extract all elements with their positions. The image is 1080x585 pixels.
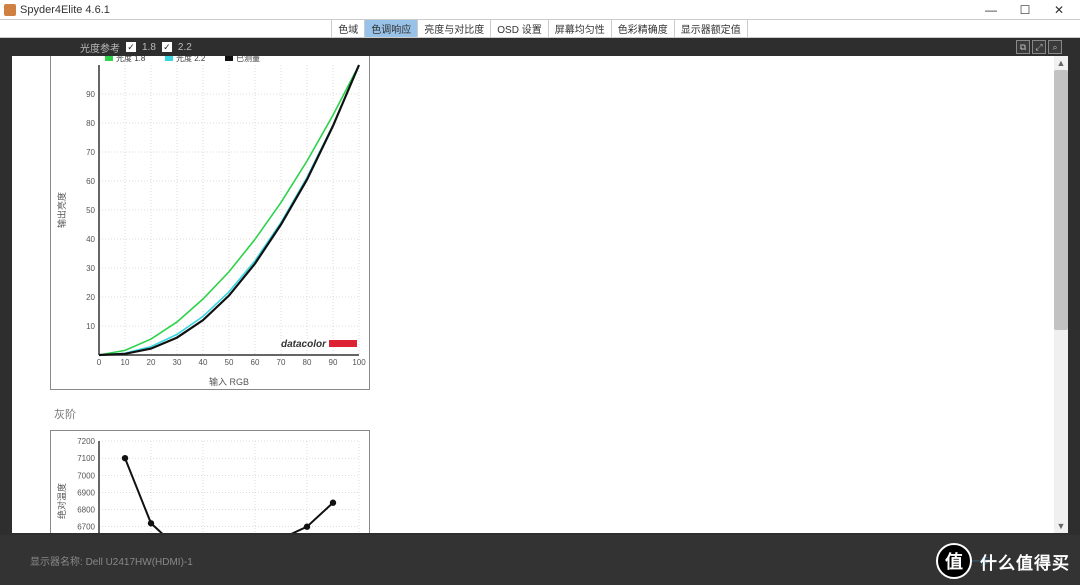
- reference-label: 光度参考: [80, 40, 120, 55]
- svg-text:40: 40: [86, 235, 95, 244]
- svg-text:输入 RGB: 输入 RGB: [209, 376, 249, 387]
- grayscale-chart: 0204060801006500660067006800690070007100…: [50, 430, 370, 533]
- svg-text:光度 2.2: 光度 2.2: [176, 56, 206, 63]
- svg-text:7200: 7200: [77, 437, 95, 446]
- scroll-down-icon[interactable]: ▼: [1054, 519, 1068, 533]
- svg-text:30: 30: [173, 358, 182, 367]
- grayscale-section-label: 灰阶: [54, 406, 76, 422]
- maximize-button[interactable]: ☐: [1008, 0, 1042, 20]
- svg-text:7100: 7100: [77, 454, 95, 463]
- svg-text:50: 50: [86, 206, 95, 215]
- title-bar: Spyder4Elite 4.6.1 — ☐ ✕: [0, 0, 1080, 20]
- svg-text:80: 80: [303, 358, 312, 367]
- svg-text:20: 20: [147, 358, 156, 367]
- watermark-badge-icon: 值: [936, 543, 972, 579]
- monitor-label: 显示器名称:: [30, 557, 83, 568]
- svg-text:30: 30: [86, 264, 95, 273]
- svg-text:输出亮度: 输出亮度: [56, 192, 67, 228]
- content-area: 0 10 20 30 40 50 60 70 80 90 100 10 20 30 40 50 60 70 80 90…: [12, 56, 1068, 533]
- svg-text:60: 60: [251, 358, 260, 367]
- svg-text:70: 70: [86, 148, 95, 157]
- tab-gamut[interactable]: 色域: [331, 20, 365, 37]
- svg-text:绝对温度: 绝对温度: [56, 483, 67, 519]
- scroll-up-icon[interactable]: ▲: [1054, 56, 1068, 70]
- svg-text:6700: 6700: [77, 523, 95, 532]
- svg-text:10: 10: [86, 322, 95, 331]
- checkbox-2-2[interactable]: ✓: [162, 42, 172, 52]
- toolbar-icon-2[interactable]: ⤢: [1032, 40, 1046, 54]
- svg-text:90: 90: [329, 358, 338, 367]
- window-controls: — ☐ ✕: [974, 0, 1076, 20]
- svg-text:已测量: 已测量: [236, 56, 260, 63]
- tab-monitor-rating[interactable]: 显示器额定值: [674, 20, 748, 37]
- option-2-2: 2.2: [178, 42, 192, 53]
- status-bar: 显示器名称: Dell U2417HW(HDMI)-1 下一步: [0, 535, 1080, 585]
- svg-text:60: 60: [86, 177, 95, 186]
- watermark: 值 什么值得买: [936, 543, 1070, 579]
- reference-bar: 光度参考 ✓ 1.8 ✓ 2.2 ⧉ ⤢ ⌕: [0, 38, 1080, 56]
- svg-text:100: 100: [352, 358, 366, 367]
- window-title: Spyder4Elite 4.6.1: [20, 4, 110, 16]
- svg-text:光度 1.8: 光度 1.8: [116, 56, 146, 63]
- scrollbar-thumb[interactable]: [1054, 70, 1068, 330]
- svg-text:7000: 7000: [77, 471, 95, 480]
- svg-text:80: 80: [86, 119, 95, 128]
- svg-text:50: 50: [225, 358, 234, 367]
- tab-brightness-contrast[interactable]: 亮度与对比度: [417, 20, 491, 37]
- checkbox-1-8[interactable]: ✓: [126, 42, 136, 52]
- toolbar-icon-1[interactable]: ⧉: [1016, 40, 1030, 54]
- app-icon: [4, 4, 16, 16]
- tone-response-chart: 0 10 20 30 40 50 60 70 80 90 100 10 20 30 40 50 60 70 80 90…: [50, 56, 370, 390]
- tab-osd-settings[interactable]: OSD 设置: [490, 20, 548, 37]
- svg-text:10: 10: [121, 358, 130, 367]
- option-1-8: 1.8: [142, 42, 156, 53]
- tab-bar: 色域 色调响应 亮度与对比度 OSD 设置 屏幕均匀性 色彩精确度 显示器额定值: [0, 20, 1080, 38]
- tab-color-accuracy[interactable]: 色彩精确度: [611, 20, 675, 37]
- svg-text:6900: 6900: [77, 488, 95, 497]
- svg-text:6800: 6800: [77, 506, 95, 515]
- watermark-text: 什么值得买: [980, 549, 1070, 574]
- svg-text:90: 90: [86, 90, 95, 99]
- svg-text:0: 0: [97, 358, 102, 367]
- tab-uniformity[interactable]: 屏幕均匀性: [548, 20, 612, 37]
- toolbar-icon-3[interactable]: ⌕: [1048, 40, 1062, 54]
- svg-text:20: 20: [86, 293, 95, 302]
- close-button[interactable]: ✕: [1042, 0, 1076, 20]
- svg-text:70: 70: [277, 358, 286, 367]
- svg-text:datacolor: datacolor: [281, 339, 327, 350]
- tab-tone-response[interactable]: 色调响应: [364, 20, 418, 37]
- svg-text:40: 40: [199, 358, 208, 367]
- minimize-button[interactable]: —: [974, 0, 1008, 20]
- monitor-name: Dell U2417HW(HDMI)-1: [86, 557, 193, 568]
